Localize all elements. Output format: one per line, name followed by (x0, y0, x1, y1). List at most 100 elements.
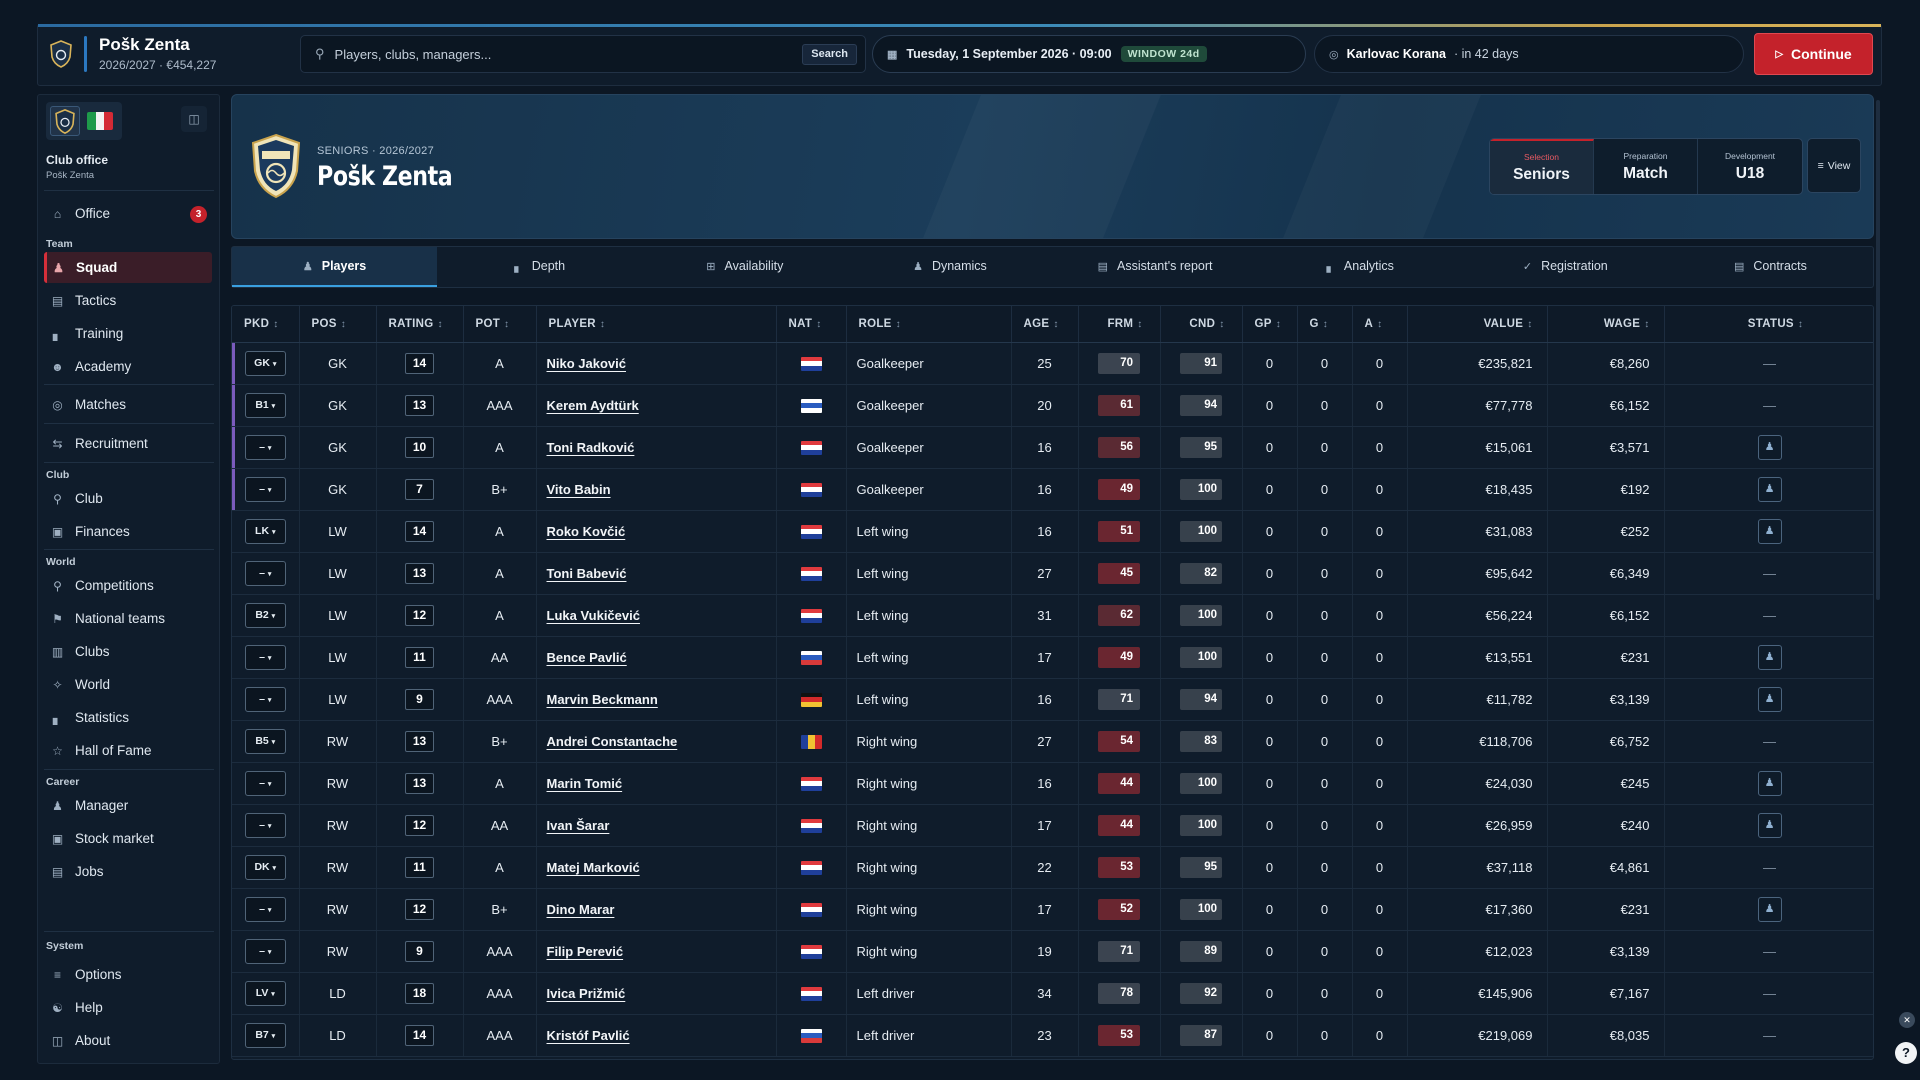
nation-context-button[interactable] (82, 106, 118, 136)
pkd-cell[interactable]: – ▾ (232, 888, 300, 931)
table-row[interactable]: DK ▾ RW 11 A Matej Marković Right wing 2… (232, 846, 1873, 889)
tab-dynamics[interactable]: ♟ Dynamics (847, 247, 1052, 287)
collapse-sidebar-icon[interactable]: ◫ (181, 106, 207, 132)
tab-players[interactable]: ♟ Players (232, 247, 438, 287)
person-status-icon[interactable]: ♟ (1757, 518, 1782, 544)
table-row[interactable]: – ▾ RW 12 B+ Dino Marar Right wing 17 52… (232, 888, 1873, 931)
player-name-link[interactable]: Marin Tomić (536, 762, 777, 805)
player-name-link[interactable]: Matej Marković (536, 846, 777, 889)
selector-u18[interactable]: Development U18 (1698, 139, 1802, 194)
tab-contracts[interactable]: ▤ Contracts (1668, 247, 1873, 287)
sidebar-item-help[interactable]: ☯ Help (44, 992, 212, 1023)
table-row[interactable]: – ▾ RW 9 AAA Filip Perević Right wing 19… (232, 930, 1873, 973)
pkd-dropdown[interactable]: – ▾ (244, 686, 286, 712)
pkd-dropdown[interactable]: – ▾ (244, 434, 286, 460)
column-header-pot[interactable]: POT ↕ (463, 306, 537, 343)
player-name-link[interactable]: Marvin Beckmann (536, 678, 777, 721)
sidebar-item-academy[interactable]: ☻ Academy (44, 351, 212, 382)
table-row[interactable]: B7 ▾ LD 14 AAA Kristóf Pavlić Left drive… (232, 1014, 1873, 1057)
pkd-dropdown[interactable]: B2 ▾ (244, 602, 286, 628)
column-header-gp[interactable]: GP ↕ (1242, 306, 1298, 343)
player-name-link[interactable]: Kerem Aydtürk (536, 384, 777, 427)
player-name-link[interactable]: Vito Babin (536, 468, 777, 511)
tab-availability[interactable]: ⊞ Availability (642, 247, 847, 287)
next-match-pill[interactable]: ◎ Karlovac Korana · in 42 days (1314, 35, 1744, 73)
pkd-cell[interactable]: GK ▾ (232, 342, 300, 385)
pkd-dropdown[interactable]: – ▾ (244, 560, 286, 586)
column-header-player[interactable]: PLAYER ↕ (536, 306, 777, 343)
column-header-wage[interactable]: WAGE ↕ (1547, 306, 1665, 343)
table-row[interactable]: – ▾ RW 13 A Marin Tomić Right wing 16 44… (232, 762, 1873, 805)
column-header-cnd[interactable]: CND ↕ (1160, 306, 1243, 343)
sidebar-item-recruitment[interactable]: ⇆ Recruitment (44, 428, 212, 459)
club-brand[interactable]: Pošk Zenta 2026/2027 · €454,227 (50, 35, 216, 72)
continue-button[interactable]: ▷ Continue (1754, 33, 1873, 75)
table-row[interactable]: – ▾ GK 7 B+ Vito Babin Goalkeeper 16 49 … (232, 468, 1873, 511)
column-header-pos[interactable]: POS ↕ (299, 306, 377, 343)
table-row[interactable]: B5 ▾ RW 13 B+ Andrei Constantache Right … (232, 720, 1873, 763)
pkd-cell[interactable]: – ▾ (232, 552, 300, 595)
pkd-cell[interactable]: LV ▾ (232, 972, 300, 1015)
column-header-rating[interactable]: RATING ↕ (376, 306, 464, 343)
pkd-cell[interactable]: – ▾ (232, 468, 300, 511)
table-row[interactable]: B1 ▾ GK 13 AAA Kerem Aydtürk Goalkeeper … (232, 384, 1873, 427)
column-header-pkd[interactable]: PKD ↕ (232, 306, 300, 343)
player-name-link[interactable]: Bence Pavlić (536, 636, 777, 679)
person-status-icon[interactable]: ♟ (1757, 812, 1782, 838)
player-name-link[interactable]: Filip Perević (536, 930, 777, 973)
player-name-link[interactable]: Niko Jaković (536, 342, 777, 385)
sidebar-item-manager[interactable]: ♟ Manager (44, 790, 212, 821)
pkd-dropdown[interactable]: DK ▾ (244, 854, 286, 880)
sidebar-item-statistics[interactable]: ▖ Statistics (44, 702, 212, 733)
pkd-dropdown[interactable]: LK ▾ (244, 518, 286, 544)
pkd-dropdown[interactable]: LV ▾ (244, 980, 286, 1006)
tab-registration[interactable]: ✓ Registration (1463, 247, 1668, 287)
column-header-status[interactable]: STATUS ↕ (1664, 306, 1873, 343)
pkd-cell[interactable]: – ▾ (232, 426, 300, 469)
pkd-cell[interactable]: B2 ▾ (232, 594, 300, 637)
table-row[interactable]: – ▾ RW 12 AA Ivan Šarar Right wing 17 44… (232, 804, 1873, 847)
pkd-cell[interactable]: LK ▾ (232, 510, 300, 553)
player-name-link[interactable]: Toni Radković (536, 426, 777, 469)
search-input[interactable] (334, 46, 775, 62)
view-button[interactable]: ≡ View (1807, 138, 1861, 193)
column-header-g[interactable]: G ↕ (1297, 306, 1353, 343)
selector-match[interactable]: Preparation Match (1594, 139, 1698, 194)
pkd-dropdown[interactable]: B5 ▾ (244, 728, 286, 754)
column-header-age[interactable]: AGE ↕ (1011, 306, 1079, 343)
table-row[interactable]: – ▾ GK 10 A Toni Radković Goalkeeper 16 … (232, 426, 1873, 469)
close-icon[interactable]: ✕ (1899, 1012, 1915, 1028)
player-name-link[interactable]: Luka Vukičević (536, 594, 777, 637)
sidebar-item-matches[interactable]: ◎ Matches (44, 389, 212, 420)
player-name-link[interactable]: Toni Babević (536, 552, 777, 595)
column-header-nat[interactable]: NAT ↕ (776, 306, 847, 343)
selector-seniors[interactable]: Selection Seniors (1490, 139, 1594, 194)
pkd-dropdown[interactable]: – ▾ (244, 644, 286, 670)
pkd-cell[interactable]: – ▾ (232, 678, 300, 721)
table-row[interactable]: – ▾ LW 11 AA Bence Pavlić Left wing 17 4… (232, 636, 1873, 679)
sidebar-item-jobs[interactable]: ▤ Jobs (44, 856, 212, 887)
pkd-dropdown[interactable]: B1 ▾ (244, 392, 286, 418)
pkd-cell[interactable]: – ▾ (232, 762, 300, 805)
sidebar-item-squad[interactable]: ♟ Squad (44, 252, 212, 283)
sidebar-item-clubs[interactable]: ▥ Clubs (44, 636, 212, 667)
sidebar-item-stock-market[interactable]: ▣ Stock market (44, 823, 212, 854)
pkd-cell[interactable]: – ▾ (232, 804, 300, 847)
sidebar-item-competitions[interactable]: ⚲ Competitions (44, 570, 212, 601)
player-name-link[interactable]: Dino Marar (536, 888, 777, 931)
pkd-dropdown[interactable]: – ▾ (244, 812, 286, 838)
pkd-cell[interactable]: – ▾ (232, 930, 300, 973)
table-row[interactable]: B2 ▾ LW 12 A Luka Vukičević Left wing 31… (232, 594, 1873, 637)
column-header-role[interactable]: ROLE ↕ (846, 306, 1012, 343)
pkd-cell[interactable]: B7 ▾ (232, 1014, 300, 1057)
person-status-icon[interactable]: ♟ (1757, 896, 1782, 922)
tab-analytics[interactable]: ▖ Analytics (1258, 247, 1463, 287)
person-status-icon[interactable]: ♟ (1757, 476, 1782, 502)
person-status-icon[interactable]: ♟ (1757, 434, 1782, 460)
person-status-icon[interactable]: ♟ (1757, 770, 1782, 796)
pkd-cell[interactable]: DK ▾ (232, 846, 300, 889)
sidebar-item-national-teams[interactable]: ⚑ National teams (44, 603, 212, 634)
player-name-link[interactable]: Andrei Constantache (536, 720, 777, 763)
tab-depth[interactable]: ▖ Depth (437, 247, 642, 287)
pkd-dropdown[interactable]: – ▾ (244, 476, 286, 502)
